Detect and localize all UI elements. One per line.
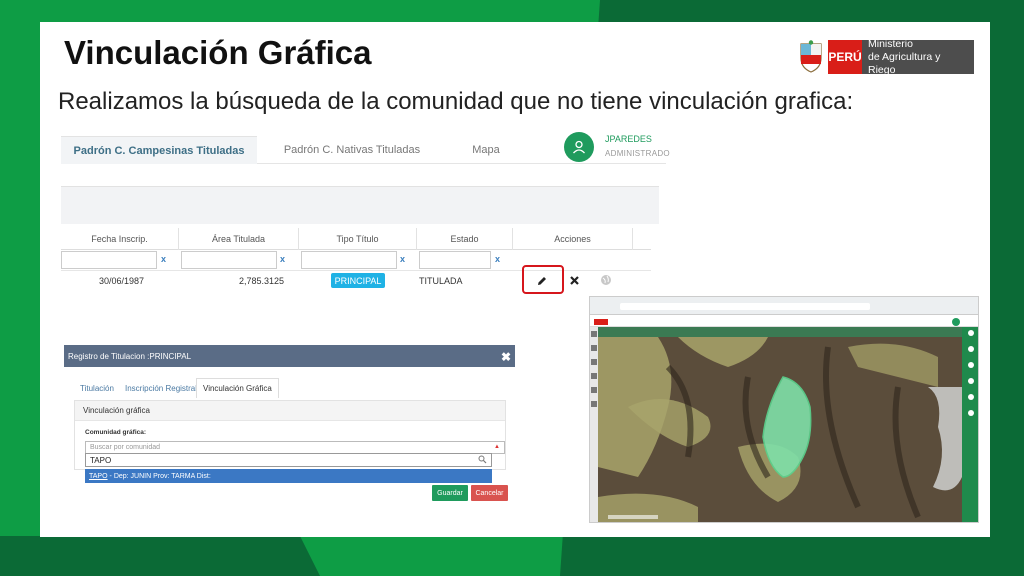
select-placeholder: Buscar por comunidad [90,444,161,451]
satellite-map[interactable] [598,327,962,522]
save-button[interactable]: Guardar [432,485,468,501]
result-name: TAPO [89,472,108,480]
tab-campesinas[interactable]: Padrón C. Campesinas Tituladas [61,136,257,164]
filter-fecha-input[interactable] [61,251,157,269]
padron-app-screenshot: Padrón C. Campesinas Tituladas Padrón C.… [61,124,670,294]
edit-action-highlight [522,265,564,294]
tab-inscripcion-registral[interactable]: Inscripción Registral [125,378,197,398]
app-tab-bar: Padrón C. Campesinas Tituladas Padrón C.… [61,124,670,164]
map-left-toolbar [590,327,598,522]
map-app-header [590,315,978,327]
ministry-line-2: de Agricultura y Riego [868,50,941,76]
registro-dialog: Registro de Titulacion :PRINCIPAL ✖ Titu… [64,345,515,505]
slide-subtitle: Realizamos la búsqueda de la comunidad q… [58,88,854,115]
tab-titulacion[interactable]: Titulación [80,378,114,398]
caret-up-icon: ▲ [494,444,500,450]
map-screenshot [589,296,979,523]
search-value: TAPO [90,455,112,465]
map-right-tools [968,330,974,416]
search-result-item[interactable]: TAPO - Dep: JUNIN Prov: TARMA Dist: [85,469,492,483]
slide-title: Vinculación Gráfica [64,34,372,71]
map-left-tools [591,331,597,407]
filter-fecha-clear[interactable]: x [161,254,166,264]
cell-estado: TITULADA [419,276,463,286]
panel-title: Vinculación gráfica [75,401,505,421]
browser-toolbar [590,297,978,315]
filter-area-clear[interactable]: x [280,254,285,264]
peru-badge: PERÚ [828,40,862,74]
col-acciones: Acciones [513,228,633,250]
filter-tipo-input[interactable] [301,251,397,269]
comunidad-label: Comunidad gráfica: [85,429,147,436]
ministry-name: Ministerio de Agricultura y Riego [862,37,974,76]
tab-nativas[interactable]: Padrón C. Nativas Tituladas [267,136,437,164]
user-avatar[interactable] [564,132,594,162]
tipo-badge: PRINCIPAL [331,273,385,288]
filter-estado-input[interactable] [419,251,491,269]
table-header: Fecha Inscrip. Área Titulada Tipo Título… [61,228,651,250]
col-fecha: Fecha Inscrip. [61,228,179,250]
tab-mapa[interactable]: Mapa [451,136,521,164]
cell-fecha: 30/06/1987 [99,276,145,286]
cell-area: 2,785.3125 [239,276,285,286]
col-area: Área Titulada [179,228,299,250]
dialog-header: Registro de Titulacion :PRINCIPAL ✖ [64,345,515,367]
cancel-button[interactable]: Cancelar [471,485,508,501]
dialog-title: Registro de Titulacion :PRINCIPAL [68,351,192,361]
user-role: ADMINISTRADO [605,149,670,158]
col-estado: Estado [417,228,513,250]
col-tipo: Tipo Título [299,228,417,250]
globe-icon[interactable] [600,274,612,286]
close-icon[interactable]: ✖ [501,350,511,364]
filter-estado-clear[interactable]: x [495,254,500,264]
result-detail: - Dep: JUNIN Prov: TARMA Dist: [109,472,211,480]
search-icon [478,455,487,464]
filter-area-input[interactable] [181,251,277,269]
ministry-line-1: Ministerio [868,37,913,50]
comunidad-search-input[interactable]: TAPO [85,453,492,467]
delete-x-icon[interactable] [569,275,580,286]
browser-address-bar[interactable] [620,303,870,310]
filter-tipo-clear[interactable]: x [400,254,405,264]
coat-of-arms-icon [800,40,822,73]
satellite-terrain [598,327,962,522]
user-icon [573,140,585,154]
tab-vinculacion-grafica[interactable]: Vinculación Gráfica [196,378,279,398]
map-right-toolbar [962,327,978,522]
filter-panel [61,186,659,224]
ministry-logo: PERÚ Ministerio de Agricultura y Riego [798,37,974,76]
user-name: JPAREDES [605,134,652,144]
